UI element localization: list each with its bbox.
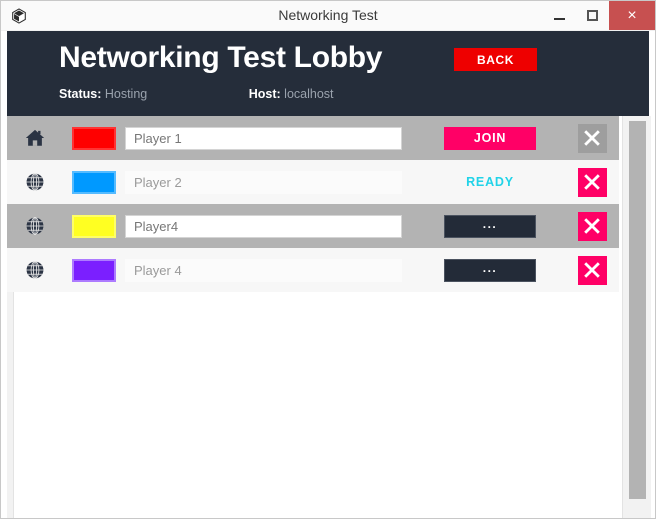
minimize-button[interactable] [543, 1, 576, 30]
player-action-cell: JOIN [415, 126, 565, 150]
player-row: Player 2 READY [7, 160, 619, 204]
kick-player-button[interactable] [577, 167, 607, 197]
globe-icon [7, 259, 63, 281]
scrollbar-thumb[interactable] [629, 121, 646, 499]
maximize-button[interactable] [576, 1, 609, 30]
player-name-input[interactable]: Player4 [125, 214, 402, 238]
host-label: Host: [248, 87, 281, 101]
player-action-cell: READY [415, 175, 565, 189]
player-color-cell [63, 214, 125, 238]
player-row: Player4... [7, 204, 619, 248]
back-button[interactable]: BACK [454, 48, 537, 71]
minimize-icon [554, 17, 565, 20]
app-window: Networking Test × Networking Test Lobby … [0, 0, 656, 519]
kick-player-button[interactable] [577, 211, 607, 241]
player-name-input: Player 2 [125, 170, 402, 194]
player-color-swatch[interactable] [72, 170, 116, 194]
close-button[interactable]: × [609, 1, 655, 30]
close-icon: × [627, 6, 637, 24]
host-group: Host: localhost [249, 87, 334, 101]
ready-status-label: READY [466, 175, 514, 189]
kick-player-button [577, 123, 607, 153]
globe-icon [7, 171, 63, 193]
globe-icon [7, 215, 63, 237]
player-name-cell: Player 4 [125, 258, 415, 282]
kick-player-button[interactable] [577, 255, 607, 285]
page-title: Networking Test Lobby [59, 41, 383, 74]
player-rows: Player 1 JOIN Player 2 READY Player4... Playe… [7, 116, 619, 292]
player-action-cell: ... [415, 258, 565, 282]
join-button[interactable]: JOIN [444, 126, 536, 150]
player-kick-cell [565, 255, 619, 285]
list-scrollbar[interactable] [622, 116, 651, 518]
home-icon [7, 127, 63, 149]
close-x-icon [584, 262, 600, 278]
waiting-button[interactable]: ... [444, 258, 536, 282]
host-value: localhost [284, 87, 334, 101]
close-x-icon [584, 218, 600, 234]
maximize-icon [587, 10, 598, 21]
player-name-cell: Player 2 [125, 170, 415, 194]
player-name-input[interactable]: Player 1 [125, 126, 402, 150]
status-label: Status: [59, 87, 102, 101]
player-kick-cell [565, 167, 619, 197]
player-name-cell: Player4 [125, 214, 415, 238]
unity-logo-icon [6, 3, 32, 29]
player-color-cell [63, 258, 125, 282]
player-name-cell: Player 1 [125, 126, 415, 150]
player-color-swatch[interactable] [72, 126, 116, 150]
player-row: Player 1 JOIN [7, 116, 619, 160]
player-row: Player 4... [7, 248, 619, 292]
player-color-cell [63, 170, 125, 194]
player-color-swatch[interactable] [72, 258, 116, 282]
client-area: Networking Test Lobby BACK Status: Hosti… [1, 31, 655, 518]
player-name-input: Player 4 [125, 258, 402, 282]
player-color-swatch[interactable] [72, 214, 116, 238]
player-action-cell: ... [415, 214, 565, 238]
window-controls: × [543, 1, 655, 30]
waiting-button[interactable]: ... [444, 214, 536, 238]
player-kick-cell [565, 123, 619, 153]
player-kick-cell [565, 211, 619, 241]
player-color-cell [63, 126, 125, 150]
close-x-icon [584, 174, 600, 190]
player-list: Player 1 JOIN Player 2 READY Player4... Playe… [7, 116, 651, 518]
lobby-header: Networking Test Lobby BACK Status: Hosti… [7, 31, 649, 116]
title-bar[interactable]: Networking Test × [1, 1, 655, 31]
status-line: Status: Hosting Host: localhost [59, 87, 334, 101]
status-value: Hosting [104, 87, 148, 101]
close-x-icon [584, 130, 600, 146]
